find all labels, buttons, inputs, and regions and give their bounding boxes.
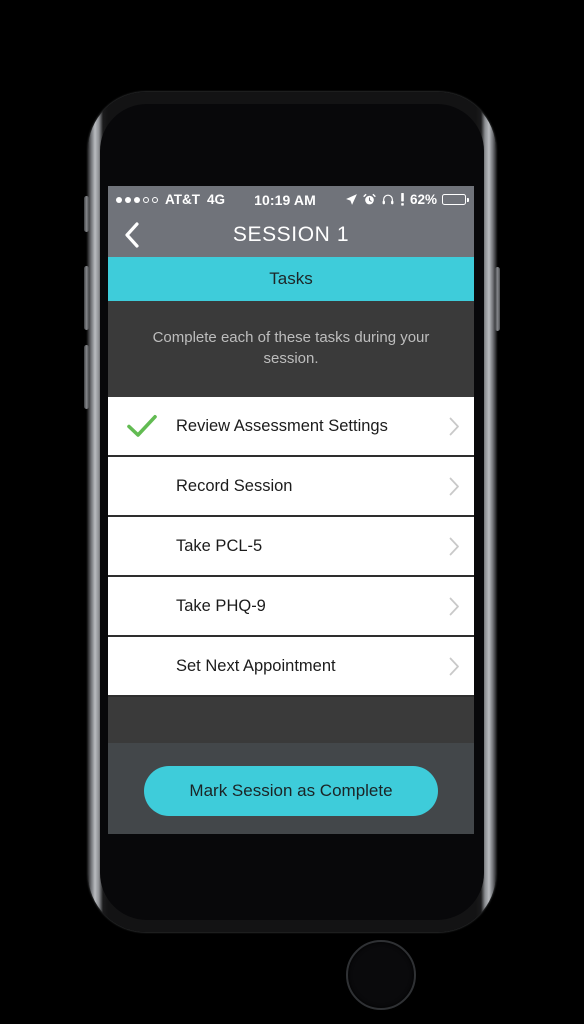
page-title: SESSION 1 (232, 223, 350, 246)
chevron-right-icon (434, 657, 474, 676)
chevron-right-icon (434, 537, 474, 556)
battery-percent-label: 62% (409, 192, 437, 207)
chevron-right-icon (434, 477, 474, 496)
task-row[interactable]: Set Next Appointment (108, 637, 474, 697)
navigation-bar: SESSION 1 (108, 213, 474, 257)
task-label: Take PHQ-9 (176, 596, 266, 615)
signal-strength-icon (116, 196, 158, 203)
do-not-disturb-icon (400, 193, 405, 206)
power-button[interactable] (495, 267, 500, 331)
footer-bar: Mark Session as Complete (108, 743, 474, 834)
chevron-right-icon (434, 597, 474, 616)
status-bar: AT&T 4G 10:19 AM 62% (108, 186, 474, 213)
task-label: Set Next Appointment (176, 656, 336, 675)
carrier-label: AT&T (165, 192, 200, 207)
task-row[interactable]: Review Assessment Settings (108, 397, 474, 457)
task-completed-check-icon (108, 414, 176, 438)
phone-screen: AT&T 4G 10:19 AM 62% SESSION 1 Tasks Com… (108, 186, 474, 834)
task-label: Review Assessment Settings (176, 416, 388, 435)
network-type-label: 4G (207, 192, 226, 207)
chevron-right-icon (434, 417, 474, 436)
back-button[interactable] (108, 213, 154, 257)
home-button[interactable] (346, 940, 416, 1010)
task-row[interactable]: Take PHQ-9 (108, 577, 474, 637)
battery-icon (442, 194, 469, 205)
task-row[interactable]: Take PCL-5 (108, 517, 474, 577)
headphones-icon (381, 193, 395, 206)
location-arrow-icon (345, 193, 358, 206)
tasks-description: Complete each of these tasks during your… (108, 301, 474, 397)
status-bar-left: AT&T 4G (116, 192, 225, 207)
task-label: Record Session (176, 476, 293, 495)
task-row[interactable]: Record Session (108, 457, 474, 517)
chevron-left-icon (124, 222, 139, 248)
volume-down-button[interactable] (84, 345, 89, 409)
volume-up-button[interactable] (84, 266, 89, 330)
mark-session-complete-button[interactable]: Mark Session as Complete (144, 765, 438, 816)
tasks-section-header: Tasks (108, 257, 474, 301)
mute-switch-button[interactable] (84, 196, 89, 232)
alarm-clock-icon (363, 193, 376, 206)
list-bottom-spacer (108, 697, 474, 743)
status-bar-right: 62% (345, 192, 469, 207)
task-label: Take PCL-5 (176, 536, 263, 555)
task-list: Review Assessment Settings Record Session… (108, 397, 474, 697)
status-bar-clock: 10:19 AM (254, 191, 316, 208)
